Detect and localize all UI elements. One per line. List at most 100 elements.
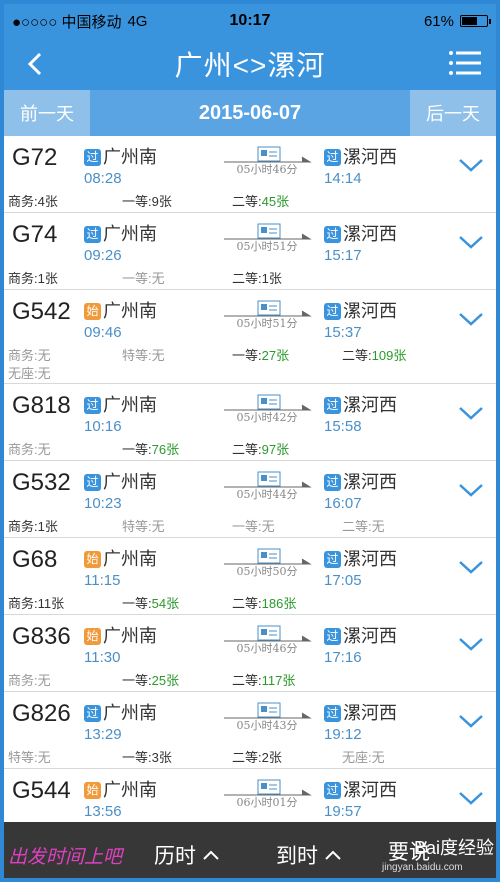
- departure-station: 过广州南: [84, 220, 157, 246]
- station-type-badge: 过: [324, 628, 341, 645]
- arrival-station-name: 漯河西: [343, 472, 397, 492]
- seat-count: 无: [151, 348, 165, 363]
- seat-class-label: 无座:: [8, 366, 38, 381]
- departure-station-name: 广州南: [103, 626, 157, 646]
- train-row[interactable]: G68 始广州南 11:15 05小时50分 过漯河西 17:05 商务:11张…: [4, 538, 496, 615]
- travel-duration: 05小时46分: [236, 163, 298, 176]
- seat-availability: 商务:4张: [8, 191, 58, 210]
- bottom-sort-bar: 出发时间上吧 历时 到时 要说 Bai度经验 jingyan.baidu.com: [4, 822, 496, 878]
- prev-day-button[interactable]: 前一天: [4, 90, 90, 136]
- seat-class-label: 一等:: [122, 596, 152, 611]
- chevron-up-icon: [203, 850, 219, 860]
- train-row[interactable]: G542 始广州南 09:46 05小时51分 过漯河西 15:37 商务:无特…: [4, 290, 496, 384]
- back-arrow-icon[interactable]: [16, 44, 56, 84]
- arrival-station: 过漯河西: [324, 220, 397, 246]
- seat-count: 无: [37, 750, 51, 765]
- seat-count: 无: [37, 348, 51, 363]
- station-type-badge: 过: [84, 226, 101, 243]
- seat-class-label: 一等:: [232, 348, 262, 363]
- seat-availability: 商务:1张: [8, 268, 58, 287]
- seat-availability: 特等:无: [122, 516, 165, 535]
- train-code: G74: [12, 221, 58, 248]
- seat-class-label: 特等:: [8, 750, 38, 765]
- seat-count: 无: [261, 519, 275, 534]
- chevron-down-icon[interactable]: [458, 233, 484, 251]
- chevron-down-icon[interactable]: [458, 635, 484, 653]
- seat-count: 3张: [151, 750, 172, 765]
- departure-station-name: 广州南: [103, 472, 157, 492]
- arrival-station: 过漯河西: [324, 297, 397, 323]
- departure-station-name: 广州南: [103, 395, 157, 415]
- station-type-badge: 过: [324, 782, 341, 799]
- overlay-text: 出发时间上吧: [8, 847, 123, 868]
- seat-count: 1张: [261, 271, 282, 286]
- train-row[interactable]: G836 始广州南 11:30 05小时46分 过漯河西 17:16 商务:无 一…: [4, 615, 496, 692]
- page-title: 广州<>漯河: [174, 50, 326, 81]
- seat-count: 无: [151, 271, 165, 286]
- station-type-badge: 过: [324, 551, 341, 568]
- seat-class-label: 一等:: [122, 750, 152, 765]
- sort-arrival-button[interactable]: 到时: [276, 840, 342, 870]
- seat-class-label: 二等:: [342, 519, 372, 534]
- station-type-badge: 始: [84, 628, 101, 645]
- seat-class-label: 商务:: [8, 596, 38, 611]
- next-day-button[interactable]: 后一天: [410, 90, 496, 136]
- current-date[interactable]: 2015-06-07: [90, 102, 410, 125]
- arrival-station-name: 漯河西: [343, 626, 397, 646]
- travel-duration: 05小时51分: [236, 317, 298, 330]
- seat-class-label: 无座:: [342, 750, 372, 765]
- chevron-down-icon[interactable]: [458, 558, 484, 576]
- chevron-down-icon[interactable]: [458, 404, 484, 422]
- seat-availability: 一等:无: [122, 268, 165, 287]
- seat-class-label: 二等:: [232, 442, 262, 457]
- departure-station-name: 广州南: [103, 147, 157, 167]
- seat-availability: 二等:无: [342, 516, 385, 535]
- station-type-badge: 过: [324, 149, 341, 166]
- battery-percent: 61%: [423, 12, 454, 30]
- chevron-down-icon[interactable]: [458, 789, 484, 807]
- station-type-badge: 始: [84, 303, 101, 320]
- seat-availability: 二等:1张: [232, 268, 282, 287]
- seat-class-label: 一等:: [122, 442, 152, 457]
- chevron-down-icon[interactable]: [458, 310, 484, 328]
- train-row[interactable]: G826 过广州南 13:29 05小时43分 过漯河西 19:12 特等:无一…: [4, 692, 496, 769]
- train-code: G818: [12, 392, 71, 419]
- seat-availability: 无座:无: [342, 747, 385, 766]
- train-code: G542: [12, 298, 71, 325]
- train-code: G68: [12, 546, 58, 573]
- seat-class-label: 二等:: [342, 348, 372, 363]
- train-row[interactable]: G532 过广州南 10:23 05小时44分 过漯河西 16:07 商务:1张…: [4, 461, 496, 538]
- sort-duration-label: 历时: [154, 845, 196, 868]
- train-row[interactable]: G544 始广州南 13:56 06小时01分 过漯河西 19:57: [4, 769, 496, 829]
- train-row[interactable]: G72 过广州南 08:28 05小时46分 过漯河西 14:14 商务:4张一…: [4, 136, 496, 213]
- departure-station-name: 广州南: [103, 703, 157, 723]
- seat-count: 109张: [371, 348, 407, 363]
- status-bar: ●○○○○ 中国移动 4G 10:17 61%: [4, 4, 496, 38]
- departure-time: 11:15: [84, 572, 121, 589]
- seat-count: 1张: [37, 519, 58, 534]
- station-type-badge: 过: [324, 397, 341, 414]
- arrival-station-name: 漯河西: [343, 301, 397, 321]
- seat-count: 1张: [37, 271, 58, 286]
- carrier-label: ●○○○○ 中国移动: [12, 13, 122, 31]
- seat-availability: 商务:1张: [8, 516, 58, 535]
- train-code: G72: [12, 144, 58, 171]
- seat-availability: 一等:76张: [122, 439, 179, 458]
- arrival-time: 19:12: [324, 726, 362, 743]
- arrival-station: 过漯河西: [324, 468, 397, 494]
- train-row[interactable]: G74 过广州南 09:26 05小时51分 过漯河西 15:17 商务:1张一…: [4, 213, 496, 290]
- chevron-down-icon[interactable]: [458, 156, 484, 174]
- travel-duration: 05小时51分: [236, 240, 298, 253]
- seat-availability: 商务:无: [8, 345, 51, 364]
- seat-class-label: 二等:: [232, 194, 262, 209]
- seat-availability: 一等:25张: [122, 670, 179, 689]
- seat-availability: 一等:3张: [122, 747, 172, 766]
- station-type-badge: 过: [324, 705, 341, 722]
- departure-station: 过广州南: [84, 143, 157, 169]
- menu-icon[interactable]: [448, 48, 482, 78]
- train-row[interactable]: G818 过广州南 10:16 05小时42分 过漯河西 15:58 商务:无一…: [4, 384, 496, 461]
- chevron-down-icon[interactable]: [458, 481, 484, 499]
- seat-availability: 一等:无: [232, 516, 275, 535]
- sort-duration-button[interactable]: 历时: [154, 840, 220, 870]
- chevron-down-icon[interactable]: [458, 712, 484, 730]
